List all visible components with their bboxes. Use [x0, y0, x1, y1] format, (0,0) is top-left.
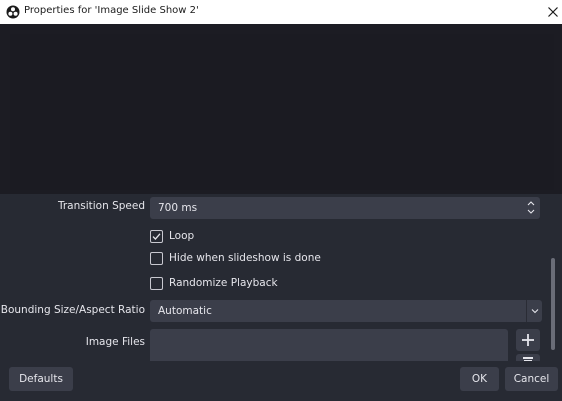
randomize-checkbox[interactable]	[150, 277, 163, 290]
obs-logo-icon	[6, 5, 20, 19]
scrollbar-thumb[interactable]	[551, 258, 555, 350]
add-image-button[interactable]	[516, 329, 540, 351]
randomize-label: Randomize Playback	[169, 277, 278, 289]
properties-scrollbar[interactable]	[549, 258, 557, 361]
hide-when-done-label: Hide when slideshow is done	[169, 252, 321, 264]
checkmark-icon	[152, 233, 161, 240]
image-files-list[interactable]	[150, 329, 508, 361]
window-title: Properties for 'Image Slide Show 2'	[24, 5, 199, 16]
transition-speed-value: 700 ms	[158, 202, 198, 214]
title-bar: Properties for 'Image Slide Show 2'	[0, 0, 562, 24]
loop-option[interactable]: Loop	[150, 229, 310, 245]
spin-arrows-icon[interactable]	[526, 199, 536, 216]
image-files-label: Image Files	[85, 336, 145, 348]
dropdown-arrow[interactable]	[526, 300, 542, 322]
source-preview	[0, 24, 562, 194]
properties-panel: Transition Speed 700 ms Loop Hide when s…	[0, 194, 562, 361]
loop-label: Loop	[169, 230, 195, 242]
bounding-size-label: Bounding Size/Aspect Ratio	[0, 304, 145, 316]
bounding-size-select[interactable]: Automatic	[150, 300, 542, 322]
dialog-footer: Defaults OK Cancel	[0, 361, 562, 401]
ok-button[interactable]: OK	[460, 367, 499, 391]
plus-icon	[522, 334, 534, 346]
close-button[interactable]	[545, 3, 562, 21]
hide-when-done-option[interactable]: Hide when slideshow is done	[150, 251, 350, 267]
trash-icon	[523, 357, 533, 361]
bounding-size-value: Automatic	[158, 305, 212, 317]
transition-speed-label: Transition Speed	[57, 200, 145, 212]
preview-canvas	[10, 34, 554, 190]
chevron-down-icon	[531, 309, 539, 314]
close-icon	[548, 7, 558, 17]
defaults-button[interactable]: Defaults	[9, 367, 73, 391]
loop-checkbox[interactable]	[150, 230, 163, 243]
cancel-button[interactable]: Cancel	[505, 367, 558, 391]
randomize-option[interactable]: Randomize Playback	[150, 276, 350, 292]
hide-when-done-checkbox[interactable]	[150, 252, 163, 265]
transition-speed-spinbox[interactable]: 700 ms	[150, 197, 540, 219]
remove-image-button[interactable]	[516, 354, 540, 361]
